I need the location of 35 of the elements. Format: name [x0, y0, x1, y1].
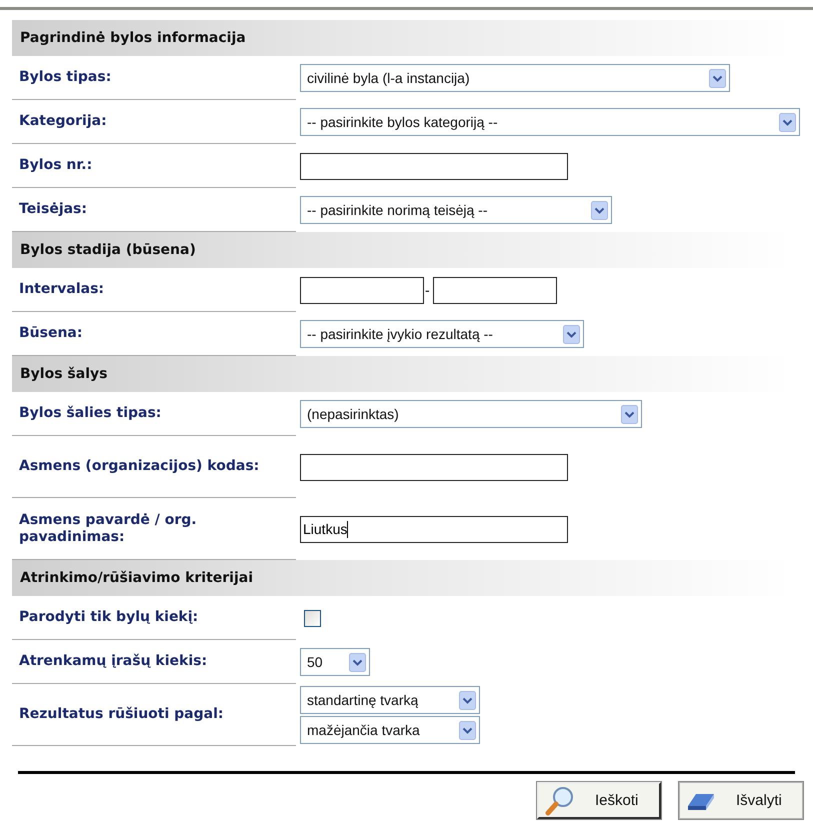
field-label: Bylos nr.:: [12, 144, 296, 188]
search-button[interactable]: Ieškoti: [537, 782, 661, 819]
input-field[interactable]: [300, 152, 568, 180]
chevron-down-icon: [459, 690, 476, 710]
field-label: Bylos šalies tipas:: [12, 392, 296, 436]
chevron-down-icon: [349, 652, 366, 672]
field-label: Rezultatus rūšiuoti pagal:: [12, 684, 296, 746]
field-label: Kategorija:: [12, 100, 296, 144]
field-label: Asmens (organizacijos) kodas:: [12, 436, 296, 498]
dropdown[interactable]: (nepasirinktas): [300, 400, 642, 428]
field-label: Parodyti tik bylų kiekį:: [12, 596, 296, 640]
dropdown[interactable]: -- pasirinkite bylos kategoriją --: [300, 108, 800, 136]
date-from-field[interactable]: [300, 276, 424, 304]
dropdown[interactable]: standartinę tvarką: [300, 686, 480, 714]
chevron-down-icon: [563, 324, 580, 344]
input-field[interactable]: [300, 454, 568, 480]
date-to-field[interactable]: [432, 276, 557, 304]
checkbox[interactable]: [304, 610, 321, 626]
chevron-down-icon: [709, 68, 726, 88]
dropdown[interactable]: 50: [300, 648, 370, 676]
search-icon: [545, 786, 575, 816]
input-field[interactable]: Liutkus: [300, 516, 568, 542]
dropdown[interactable]: -- pasirinkite norimą teisėją --: [300, 196, 612, 224]
field-label: Intervalas:: [12, 268, 296, 312]
chevron-down-icon: [591, 200, 608, 220]
field-label: Bylos tipas:: [12, 56, 296, 100]
dropdown[interactable]: civilinė byla (l-a instancija): [300, 64, 730, 92]
clear-button[interactable]: Išvalyti: [679, 782, 803, 819]
chevron-down-icon: [459, 720, 476, 740]
dropdown[interactable]: mažėjančia tvarka: [300, 716, 480, 744]
chevron-down-icon: [779, 112, 796, 132]
field-label: Atrenkamų įrašų kiekis:: [12, 640, 296, 684]
dropdown[interactable]: -- pasirinkite įvykio rezultatą --: [300, 320, 584, 348]
chevron-down-icon: [621, 404, 638, 424]
range-separator: -: [425, 282, 430, 298]
